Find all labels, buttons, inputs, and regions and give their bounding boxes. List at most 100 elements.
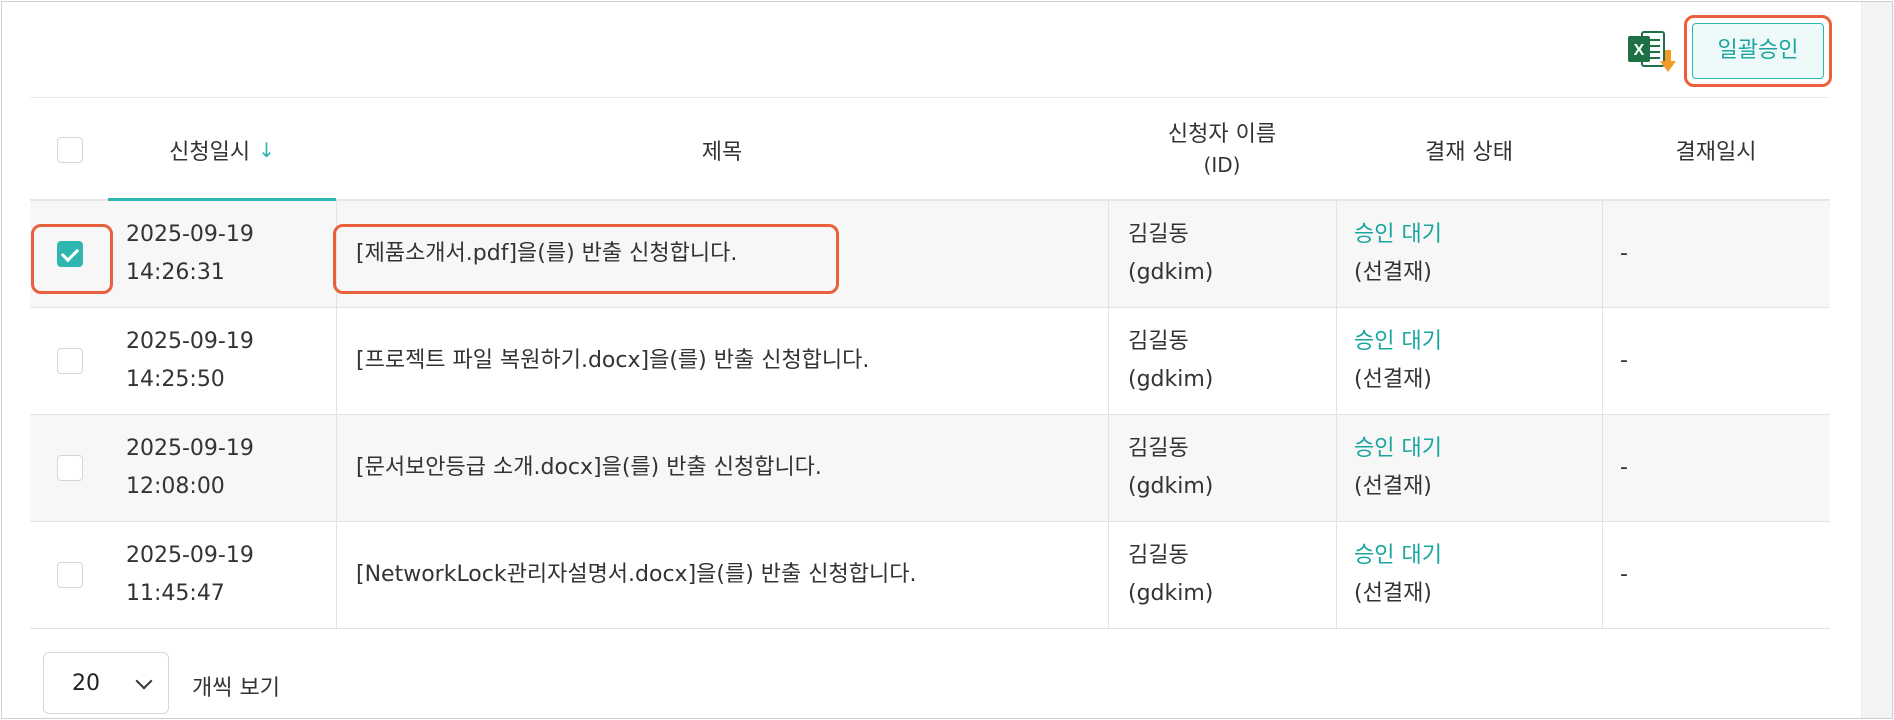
column-divider <box>1602 415 1603 521</box>
column-divider <box>336 201 337 307</box>
applicant-cell: 김길동 (gdkim) <box>1128 415 1328 521</box>
applicant-cell: 김길동 (gdkim) <box>1128 201 1328 307</box>
column-divider <box>1336 308 1337 414</box>
column-divider <box>1336 201 1337 307</box>
column-header-date-label: 신청일시 <box>169 140 251 165</box>
table-header: 신청일시 ↓ 제목 신청자 이름 (ID) 결재 상태 결재일시 <box>30 100 1830 200</box>
column-divider <box>1336 522 1337 628</box>
status-cell: 승인 대기 (선결재) <box>1354 201 1594 307</box>
applicant-name: 김길동 <box>1128 436 1189 461</box>
chevron-down-icon <box>135 672 153 690</box>
request-date: 2025-09-19 <box>126 329 254 354</box>
column-divider <box>1602 522 1603 628</box>
applicant-name: 김길동 <box>1128 329 1189 354</box>
applicant-id: (gdkim) <box>1128 581 1214 606</box>
approved-at-cell: - <box>1620 201 1820 307</box>
date-cell: 2025-09-19 14:25:50 <box>126 308 326 414</box>
applicant-cell: 김길동 (gdkim) <box>1128 308 1328 414</box>
approved-at: - <box>1620 241 1628 266</box>
table-row[interactable]: 2025-09-19 11:45:47 [NetworkLock관리자설명서.d… <box>30 522 1830 629</box>
table-row[interactable]: 2025-09-19 14:26:31 [제품소개서.pdf]을(를) 반출 신… <box>30 201 1830 308</box>
column-divider <box>336 522 337 628</box>
excel-download-icon: X <box>1628 31 1676 72</box>
approval-status-sub: (선결재) <box>1354 367 1432 392</box>
bulk-approve-button[interactable]: 일괄승인 <box>1692 23 1824 79</box>
applicant-id: (gdkim) <box>1128 260 1214 285</box>
status-cell: 승인 대기 (선결재) <box>1354 415 1594 521</box>
approval-status-sub: (선결재) <box>1354 581 1432 606</box>
approved-at: - <box>1620 562 1628 587</box>
column-divider <box>336 415 337 521</box>
date-cell: 2025-09-19 12:08:00 <box>126 415 326 521</box>
approval-status-sub: (선결재) <box>1354 260 1432 285</box>
request-time: 14:25:50 <box>126 367 225 392</box>
status-cell: 승인 대기 (선결재) <box>1354 522 1594 628</box>
title-cell[interactable]: [프로젝트 파일 복원하기.docx]을(를) 반출 신청합니다. <box>356 308 1096 414</box>
approval-status-sub: (선결재) <box>1354 474 1432 499</box>
row-checkbox[interactable] <box>57 348 83 374</box>
request-title[interactable]: [문서보안등급 소개.docx]을(를) 반출 신청합니다. <box>356 449 1096 487</box>
page-size-select[interactable]: 20 <box>43 652 169 714</box>
title-cell[interactable]: [제품소개서.pdf]을(를) 반출 신청합니다. <box>356 201 1096 307</box>
row-checkbox[interactable] <box>57 562 83 588</box>
column-header-title-label: 제목 <box>701 140 743 165</box>
column-header-approved-at: 결재일시 <box>1602 100 1830 200</box>
column-divider <box>1602 201 1603 307</box>
approval-status: 승인 대기 <box>1354 222 1442 247</box>
request-time: 14:26:31 <box>126 260 225 285</box>
approved-at-cell: - <box>1620 522 1820 628</box>
column-header-title: 제목 <box>336 100 1108 200</box>
status-cell: 승인 대기 (선결재) <box>1354 308 1594 414</box>
row-checkbox[interactable] <box>57 455 83 481</box>
request-title[interactable]: [제품소개서.pdf]을(를) 반출 신청합니다. <box>356 235 1096 273</box>
request-title[interactable]: [프로젝트 파일 복원하기.docx]을(를) 반출 신청합니다. <box>356 342 1096 380</box>
request-date: 2025-09-19 <box>126 436 254 461</box>
column-header-applicant-label: 신청자 이름 <box>1167 122 1277 147</box>
approved-at: - <box>1620 455 1628 480</box>
column-divider <box>1108 308 1109 414</box>
title-cell[interactable]: [NetworkLock관리자설명서.docx]을(를) 반출 신청합니다. <box>356 522 1096 628</box>
page-size-value: 20 <box>72 670 100 696</box>
scrollbar[interactable] <box>1861 2 1892 718</box>
column-divider <box>1108 522 1109 628</box>
page-size-label: 개씩 보기 <box>192 676 280 701</box>
column-header-applicant: 신청자 이름 (ID) <box>1108 100 1336 200</box>
date-cell: 2025-09-19 11:45:47 <box>126 522 326 628</box>
table-row[interactable]: 2025-09-19 14:25:50 [프로젝트 파일 복원하기.docx]을… <box>30 308 1830 415</box>
column-divider <box>1108 201 1109 307</box>
approved-at-cell: - <box>1620 308 1820 414</box>
svg-text:X: X <box>1634 42 1645 59</box>
request-date: 2025-09-19 <box>126 543 254 568</box>
applicant-id: (gdkim) <box>1128 474 1214 499</box>
column-divider <box>336 308 337 414</box>
title-cell[interactable]: [문서보안등급 소개.docx]을(를) 반출 신청합니다. <box>356 415 1096 521</box>
column-divider <box>1602 308 1603 414</box>
request-title[interactable]: [NetworkLock관리자설명서.docx]을(를) 반출 신청합니다. <box>356 556 1096 594</box>
applicant-name: 김길동 <box>1128 222 1189 247</box>
table-row[interactable]: 2025-09-19 12:08:00 [문서보안등급 소개.docx]을(를)… <box>30 415 1830 522</box>
column-divider <box>1108 415 1109 521</box>
column-divider <box>1336 415 1337 521</box>
arrow-down-icon[interactable]: ↓ <box>258 138 275 162</box>
select-all-checkbox[interactable] <box>57 137 83 163</box>
column-header-status-label: 결재 상태 <box>1425 140 1513 165</box>
approval-list-panel: X 일괄승인 신청일시 ↓ 제목 신청자 이름 (ID) 결재 상태 결재일시 <box>1 1 1893 719</box>
request-date: 2025-09-19 <box>126 222 254 247</box>
toolbar-divider <box>30 97 1830 98</box>
approval-status: 승인 대기 <box>1354 543 1442 568</box>
date-cell: 2025-09-19 14:26:31 <box>126 201 326 307</box>
applicant-name: 김길동 <box>1128 543 1189 568</box>
column-header-status: 결재 상태 <box>1336 100 1602 200</box>
row-checkbox[interactable] <box>57 241 83 267</box>
excel-download-button[interactable]: X <box>1626 28 1682 76</box>
request-time: 12:08:00 <box>126 474 225 499</box>
approved-at: - <box>1620 348 1628 373</box>
column-header-date[interactable]: 신청일시 ↓ <box>108 100 336 200</box>
approved-at-cell: - <box>1620 415 1820 521</box>
column-header-applicant-sub: (ID) <box>1203 153 1241 177</box>
approval-status: 승인 대기 <box>1354 436 1442 461</box>
applicant-cell: 김길동 (gdkim) <box>1128 522 1328 628</box>
approval-status: 승인 대기 <box>1354 329 1442 354</box>
column-header-approved-at-label: 결재일시 <box>1675 140 1757 165</box>
request-time: 11:45:47 <box>126 581 225 606</box>
